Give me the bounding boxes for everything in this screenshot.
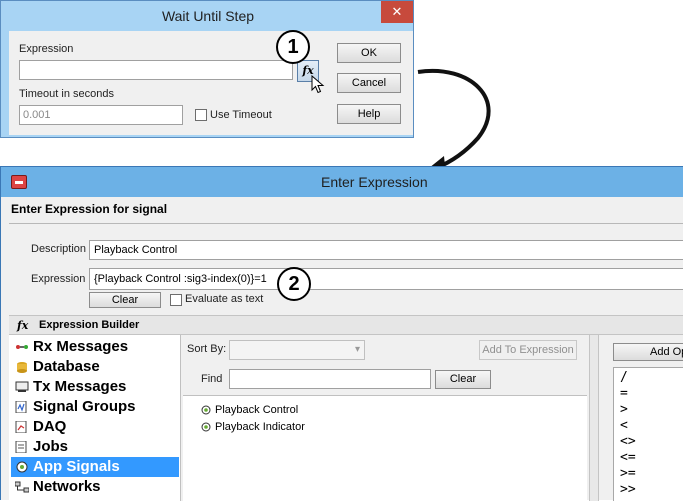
wait-until-step-dialog: Wait Until Step ✕ Expression fx Timeout … (0, 0, 414, 138)
daq-icon (15, 421, 27, 433)
signal-icon (201, 422, 211, 432)
splitter[interactable] (589, 335, 599, 501)
help-button[interactable]: Help (337, 104, 401, 124)
tree-item-signal-groups[interactable]: Signal Groups (11, 397, 179, 417)
ok-button[interactable]: OK (337, 43, 401, 63)
callout-one-badge: 1 (276, 30, 310, 64)
app-signals-icon (16, 461, 28, 473)
evaluate-as-text-label: Evaluate as text (185, 293, 264, 305)
tree-item-networks[interactable]: Networks (11, 477, 179, 497)
expression-builder-bar: fx Expression Builder (9, 315, 683, 335)
sort-by-select[interactable]: ▾ (229, 340, 365, 360)
tree-item-database[interactable]: Database (11, 357, 179, 377)
networks-icon (15, 481, 29, 493)
cancel-button[interactable]: Cancel (337, 73, 401, 93)
database-icon (17, 362, 27, 373)
fx-icon: fx (17, 319, 29, 332)
panel-header: Enter Expression for signal (9, 199, 683, 223)
clear-expression-button[interactable]: Clear (89, 292, 161, 308)
chevron-down-icon: ▾ (354, 344, 360, 355)
signal-icon (201, 405, 211, 415)
add-operator-button[interactable]: Add Op (613, 343, 683, 361)
list-item-playback-indicator[interactable]: Playback Indicator (201, 419, 305, 435)
operator-item[interactable]: / (620, 370, 628, 386)
operator-item[interactable]: = (620, 386, 628, 402)
use-timeout-checkbox[interactable] (195, 109, 207, 121)
operator-item[interactable]: >> (620, 482, 636, 498)
find-label: Find (201, 373, 223, 385)
find-input[interactable] (229, 369, 431, 389)
find-clear-button[interactable]: Clear (435, 370, 491, 389)
tree-item-daq[interactable]: DAQ (11, 417, 179, 437)
use-timeout-label: Use Timeout (210, 109, 272, 121)
add-to-expression-button[interactable]: Add To Expression (479, 340, 577, 360)
timeout-label: Timeout in seconds (19, 88, 114, 100)
expression-label: Expression (31, 273, 86, 285)
signal-groups-icon (15, 401, 27, 413)
description-label: Description (31, 243, 87, 255)
category-tree: Rx Messages Database Tx Messages Signal … (9, 335, 181, 501)
operators-list: / = > < <> <= >= >> (613, 367, 683, 501)
list-item-playback-control[interactable]: Playback Control (201, 402, 298, 418)
operator-item[interactable]: < (620, 418, 628, 434)
rx-messages-icon (16, 345, 28, 349)
mouse-cursor-icon (311, 75, 325, 94)
description-input[interactable] (89, 240, 683, 260)
callout-two-badge: 2 (277, 267, 311, 301)
curved-arrow-icon (417, 68, 491, 176)
enter-expression-window: Enter Expression Enter Expression for si… (0, 166, 683, 501)
operator-item[interactable]: > (620, 402, 628, 418)
close-button[interactable]: ✕ (381, 1, 413, 23)
tree-item-tx-messages[interactable]: Tx Messages (11, 377, 179, 397)
tree-item-app-signals[interactable]: App Signals (11, 457, 179, 477)
header-divider (9, 223, 683, 224)
expression-input[interactable] (89, 268, 683, 290)
signals-list: Playback Control Playback Indicator (183, 395, 587, 501)
expression-builder-title: Expression Builder (39, 319, 140, 331)
evaluate-as-text-checkbox[interactable] (170, 294, 182, 306)
window-title: Enter Expression (321, 174, 428, 190)
timeout-input[interactable] (19, 105, 183, 125)
operator-item[interactable]: <= (620, 450, 636, 466)
sort-by-label: Sort By: (187, 343, 227, 355)
dialog-title: Wait Until Step (161, 8, 255, 24)
jobs-icon (15, 441, 27, 453)
expression-label: Expression (19, 43, 74, 55)
operator-item[interactable]: <> (620, 434, 636, 450)
expression-input[interactable] (19, 60, 293, 80)
tree-item-jobs[interactable]: Jobs (11, 437, 179, 457)
tx-messages-icon (15, 381, 29, 392)
dialog-body: Expression fx Timeout in seconds Use Tim… (9, 31, 413, 135)
tree-item-rx-messages[interactable]: Rx Messages (11, 337, 179, 357)
operator-item[interactable]: >= (620, 466, 636, 482)
